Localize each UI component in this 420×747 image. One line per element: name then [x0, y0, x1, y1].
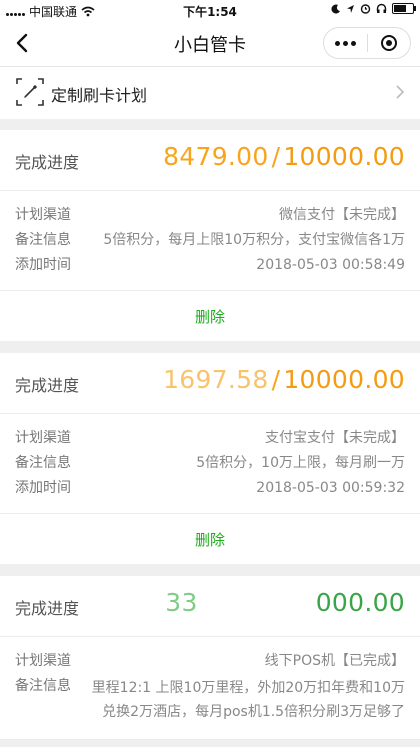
channel-value: 支付宝支付【未完成】 — [265, 430, 405, 446]
note-value: 5倍积分，10万上限，每月刷一万 — [196, 455, 405, 471]
progress-slash: / — [271, 142, 281, 171]
progress-total: 000.00 — [315, 588, 405, 617]
note-value: 5倍积分，每月上限10万积分，支付宝微信各1万 — [103, 232, 405, 248]
edit-plan-icon — [16, 78, 44, 106]
progress-total: 10000.00 — [283, 365, 405, 394]
plan-info: 计划渠道 支付宝支付【未完成】 备注信息 5倍积分，10万上限，每月刷一万 添加… — [0, 414, 420, 514]
nav-bar: 小白管卡 — [0, 20, 420, 66]
target-icon — [380, 35, 397, 51]
note-value: 里程12:1 上限10万里程，外加20万扣年费和10万兑换2万酒店，每月pos机… — [91, 680, 405, 720]
battery-icon — [392, 3, 416, 14]
channel-value: 线下POS机【已完成】 — [264, 653, 405, 669]
chevron-right-icon — [396, 85, 404, 99]
progress-slash: / — [271, 365, 281, 394]
progress-done: 1697.58 — [163, 365, 269, 394]
progress-value: 1697.58/10000.00 — [163, 365, 405, 394]
added-time-row: 添加时间 2018-05-03 00:58:49 — [15, 255, 405, 275]
progress-row: 完成进度 1697.58/10000.00 — [0, 353, 420, 414]
plan-card: 完成进度 33 000.00 计划渠道 线下POS机【已完成】 备注信息 里程12… — [0, 576, 420, 740]
added-time-value: 2018-05-03 00:59:32 — [256, 480, 405, 496]
progress-row: 完成进度 8479.00/10000.00 — [0, 130, 420, 191]
capsule-menu — [323, 27, 411, 59]
close-mini-program-button[interactable] — [368, 35, 411, 51]
channel-label: 计划渠道 — [15, 430, 71, 446]
custom-plan-row[interactable]: 定制刷卡计划 — [0, 66, 420, 119]
channel-label: 计划渠道 — [15, 653, 71, 669]
progress-value: 8479.00/10000.00 — [163, 142, 405, 171]
progress-done: 8479.00 — [163, 142, 269, 171]
note-row: 备注信息 里程12:1 上限10万里程，外加20万扣年费和10万兑换2万酒店，每… — [15, 676, 405, 724]
channel-row: 计划渠道 微信支付【未完成】 — [15, 205, 405, 225]
note-row: 备注信息 5倍积分，10万上限，每月刷一万 — [15, 453, 405, 473]
added-time-label: 添加时间 — [15, 480, 71, 496]
delete-button[interactable]: 删除 — [195, 306, 225, 327]
headphones-icon — [376, 3, 387, 13]
channel-label: 计划渠道 — [15, 207, 71, 223]
progress-label: 完成进度 — [15, 376, 80, 395]
plan-card: 完成进度 1697.58/10000.00 计划渠道 支付宝支付【未完成】 备注… — [0, 353, 420, 564]
note-row: 备注信息 5倍积分，每月上限10万积分，支付宝微信各1万 — [15, 230, 405, 250]
progress-value: 33 000.00 — [165, 588, 405, 617]
more-icon[interactable] — [324, 40, 367, 46]
custom-plan-label: 定制刷卡计划 — [51, 86, 148, 105]
status-bar: 中国联通 下午1:54 — [0, 0, 420, 20]
delete-button[interactable]: 删除 — [195, 529, 225, 550]
location-icon — [347, 4, 354, 13]
channel-row: 计划渠道 支付宝支付【未完成】 — [15, 428, 405, 448]
added-time-row: 添加时间 2018-05-03 00:59:32 — [15, 478, 405, 498]
progress-row: 完成进度 33 000.00 — [0, 576, 420, 637]
note-label: 备注信息 — [15, 232, 71, 248]
plan-info: 计划渠道 线下POS机【已完成】 备注信息 里程12:1 上限10万里程，外加2… — [0, 637, 420, 740]
progress-label: 完成进度 — [15, 153, 80, 172]
progress-label: 完成进度 — [15, 599, 80, 618]
alarm-icon — [360, 4, 371, 14]
added-time-value: 2018-05-03 00:58:49 — [256, 257, 405, 273]
moon-icon — [331, 4, 340, 14]
progress-total: 10000.00 — [283, 142, 405, 171]
channel-row: 计划渠道 线下POS机【已完成】 — [15, 651, 405, 671]
channel-value: 微信支付【未完成】 — [279, 207, 405, 223]
plan-card: 完成进度 8479.00/10000.00 计划渠道 微信支付【未完成】 备注信… — [0, 130, 420, 341]
note-label: 备注信息 — [15, 678, 71, 694]
note-label: 备注信息 — [15, 455, 71, 471]
added-time-label: 添加时间 — [15, 257, 71, 273]
progress-done: 33 — [165, 588, 198, 617]
plan-info: 计划渠道 微信支付【未完成】 备注信息 5倍积分，每月上限10万积分，支付宝微信… — [0, 191, 420, 291]
